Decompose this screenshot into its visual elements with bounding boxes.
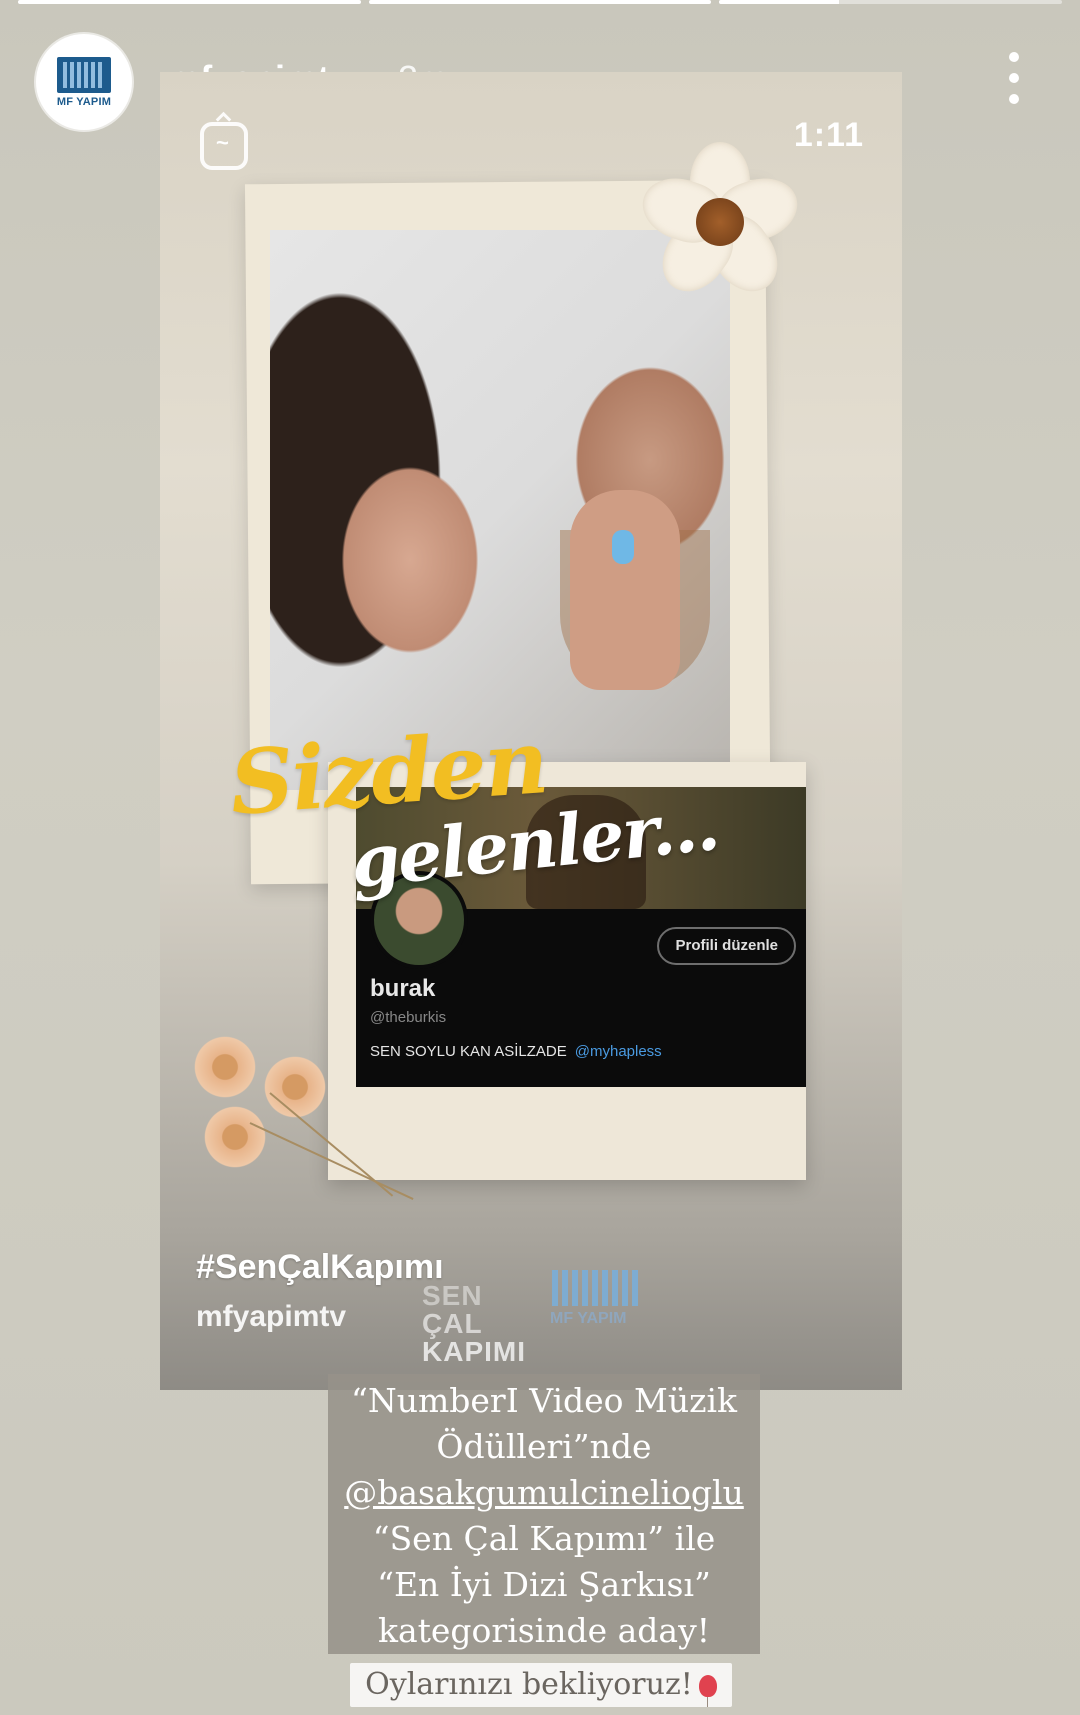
- avatar[interactable]: MF YAPIM: [36, 34, 132, 130]
- story-progress: [18, 0, 1063, 6]
- mf-yapim-logo-icon: [552, 1270, 638, 1306]
- caption-line: “NumberI Video Müzik: [350, 1381, 738, 1420]
- show-logo: SEN ÇAL KAPIMI: [422, 1282, 526, 1366]
- caption-mention-link[interactable]: @basakgumulcinelioglu: [328, 1470, 760, 1516]
- show-logo-line-2: ÇAL: [422, 1308, 483, 1339]
- progress-segment-1: [18, 0, 361, 4]
- vote-caption: Oylarınızı bekliyoruz!: [350, 1663, 732, 1707]
- show-logo-line-3: KAPIMI: [422, 1336, 526, 1367]
- vote-text: Oylarınızı bekliyoruz!: [365, 1667, 693, 1702]
- progress-segment-2: [368, 0, 712, 4]
- reposted-video-card[interactable]: 1:11 Profili düzenle burak @theburkis SE…: [160, 72, 902, 1390]
- caption-line: Ödülleri”nde: [436, 1427, 652, 1466]
- balloon-icon: [698, 1675, 717, 1707]
- video-watermark-user: mfyapimtv: [196, 1300, 347, 1333]
- dried-flowers-icon: [190, 1032, 450, 1212]
- caption-block: “NumberI Video Müzik Ödülleri”nde @basak…: [328, 1374, 760, 1654]
- couple-photo: [270, 230, 730, 790]
- producer-logo-text: MF YAPIM: [550, 1310, 627, 1327]
- profile-bio-mention: @myhapless: [574, 1043, 662, 1060]
- profile-name: burak: [370, 975, 436, 1002]
- more-options-icon[interactable]: [1008, 52, 1020, 104]
- profile-handle: @theburkis: [370, 1009, 447, 1026]
- mf-logo-icon: [57, 56, 111, 93]
- flower-icon: [630, 132, 810, 312]
- edit-profile-button: Profili düzenle: [657, 927, 796, 965]
- show-logo-line-1: SEN: [422, 1280, 483, 1311]
- caption-line: “En İyi Dizi Şarkısı”: [377, 1565, 711, 1604]
- caption-line: “Sen Çal Kapımı” ile: [372, 1519, 716, 1558]
- avatar-logo-text: MF YAPIM: [56, 95, 112, 108]
- igtv-icon: [200, 122, 248, 170]
- video-hashtag[interactable]: #SenÇalKapımı: [196, 1248, 444, 1287]
- caption-line: kategorisinde aday!: [377, 1611, 711, 1650]
- progress-segment-3: [719, 0, 1063, 4]
